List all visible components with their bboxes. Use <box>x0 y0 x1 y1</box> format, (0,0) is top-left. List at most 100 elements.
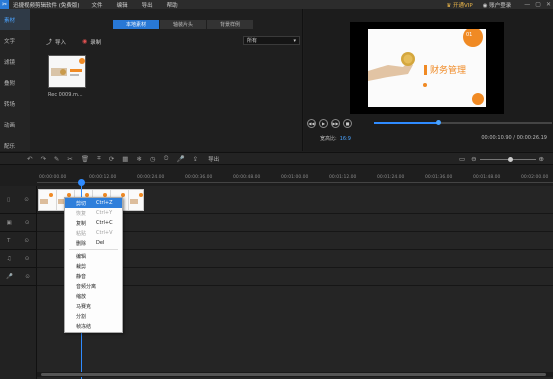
zoom-in-icon[interactable]: ⊕ <box>539 155 544 163</box>
ctx-shortcut: Ctrl+C <box>96 220 113 226</box>
next-frame-icon[interactable]: ▶▶ <box>331 118 340 128</box>
export-button[interactable]: 导出 <box>208 155 219 163</box>
nav-text[interactable]: 文字 <box>0 30 30 51</box>
ruler-tick: 00:00:48.00 <box>233 175 261 180</box>
menu-edit[interactable]: 编辑 <box>117 1 128 9</box>
aspect-value[interactable]: 16:9 <box>340 136 351 142</box>
nav-animation[interactable]: 动画 <box>0 114 30 135</box>
minimize-icon[interactable]: — <box>524 1 530 8</box>
fit-icon[interactable]: ▭ <box>459 155 465 163</box>
playback-progress[interactable] <box>374 120 552 125</box>
zoom-slider[interactable] <box>479 156 536 162</box>
video-track-head: ▯ ⊙ <box>0 186 36 214</box>
mosaic-icon[interactable]: ▦ <box>122 155 128 163</box>
overlay-track-head: ▣ ⊙ <box>0 214 36 232</box>
prev-frame-icon[interactable]: ◀◀ <box>307 118 316 128</box>
crop-icon[interactable]: ⌗ <box>97 154 101 163</box>
tab-background[interactable]: 背景样例 <box>207 20 253 29</box>
play-icon[interactable]: ▶ <box>319 118 328 128</box>
zoom-out-icon[interactable]: ⊖ <box>471 155 476 163</box>
mic-icon[interactable]: 🎤 <box>177 155 185 163</box>
tab-intro[interactable]: 轴装片头 <box>160 20 206 29</box>
vip-label: 开通VIP <box>453 2 473 9</box>
ctx-separator <box>69 249 118 250</box>
stop-icon[interactable]: ■ <box>343 118 352 128</box>
context-menu: 剪切 Ctrl+Z 恢复 Ctrl+Y 复制 Ctrl+C 粘贴 Ctrl+V 删除 De… <box>64 197 123 333</box>
nav-overlay[interactable]: 叠附 <box>0 72 30 93</box>
lock-icon[interactable]: ⊙ <box>24 197 29 203</box>
ctx-audio-split[interactable]: 音频分离 <box>65 281 122 291</box>
account-button[interactable]: ◉ 账户登录 <box>483 1 512 9</box>
zoom-area: ▭ ⊖ ⊕ <box>456 155 547 163</box>
close-icon[interactable]: ✕ <box>546 1 551 8</box>
export-icon[interactable]: ⇪ <box>193 155 198 163</box>
playhead-handle[interactable] <box>78 179 85 186</box>
scrollbar-thumb[interactable] <box>41 373 546 376</box>
import-button[interactable]: ⤴ 导入 <box>46 37 66 46</box>
ctx-mute[interactable]: 静音 <box>65 271 122 281</box>
undo-icon[interactable]: ↶ <box>27 155 32 163</box>
ruler-tick: 00:01:00.00 <box>281 175 309 180</box>
account-label: 账户登录 <box>489 2 512 9</box>
ctx-cut[interactable]: 剪切 Ctrl+Z <box>65 198 122 208</box>
cut-icon[interactable]: ✂ <box>67 155 72 163</box>
ctx-shortcut: Ctrl+Z <box>96 200 113 206</box>
thumbnail-label: Rec 0009.m... <box>48 92 83 98</box>
menu-bar: 文件 编辑 导出 帮助 <box>92 1 192 9</box>
timeline-toolbar: ↶ ↷ ✎ ✂ 🗑 ⌗ ⟳ ▦ ❄ ◷ ⏲ 🎤 ⇪ 导出 ▭ ⊖ ⊕ <box>0 152 553 165</box>
nav-transition[interactable]: 转场 <box>0 93 30 114</box>
timeline-scrollbar[interactable] <box>37 372 553 377</box>
ctx-split[interactable]: 分割 <box>65 311 122 321</box>
nav-filter[interactable]: 滤镜 <box>0 51 30 72</box>
ctx-edit[interactable]: 编辑 <box>65 251 122 261</box>
media-thumbnail[interactable] <box>48 55 86 88</box>
timeline-ruler[interactable]: 00:00:00.00 00:00:12.00 00:00:24.00 00:0… <box>37 175 553 183</box>
ctx-mosaic[interactable]: 马赛克 <box>65 301 122 311</box>
ctx-zoom[interactable]: 缩放 <box>65 291 122 301</box>
ruler-tick: 00:00:24.00 <box>137 175 165 180</box>
app-logo-icon: ✂ <box>0 0 9 9</box>
speed-icon[interactable]: ◷ <box>150 155 156 163</box>
ruler-tick: 00:01:36.00 <box>425 175 453 180</box>
ctx-restore: 恢复 Ctrl+Y <box>65 208 122 218</box>
nav-material[interactable]: 素材 <box>0 9 30 30</box>
ctx-label: 恢复 <box>76 210 87 217</box>
ctx-freeze-frame[interactable]: 帧冻结 <box>65 321 122 331</box>
clip-frame <box>39 190 57 210</box>
volume-icon[interactable]: ⊙ <box>25 256 30 262</box>
voice-track-head: 🎤 ⊙ <box>0 268 36 286</box>
delete-icon[interactable]: 🗑 <box>81 155 89 163</box>
ctx-copy[interactable]: 复制 Ctrl+C <box>65 218 122 228</box>
redo-icon[interactable]: ↷ <box>40 155 45 163</box>
menu-help[interactable]: 帮助 <box>167 1 178 9</box>
edit-icon[interactable]: ✎ <box>54 155 59 163</box>
duration-icon[interactable]: ⏲ <box>163 154 168 163</box>
rotate-icon[interactable]: ⟳ <box>109 155 114 163</box>
volume-icon[interactable]: ⊙ <box>25 274 30 280</box>
ctx-crop[interactable]: 裁剪 <box>65 261 122 271</box>
ctx-delete[interactable]: 删除 Del <box>65 238 122 248</box>
filter-select[interactable]: 所有 ▾ <box>243 36 300 45</box>
app-title: 迅捷视频剪辑软件 (免费版) <box>13 2 80 9</box>
progress-knob[interactable] <box>436 120 442 125</box>
preview-panel: 财务管理 01 ◀◀ ▶ ▶▶ ■ 宽高比: 16:9 00:00:10.90 /… <box>304 9 553 151</box>
playback-controls: ◀◀ ▶ ▶▶ ■ <box>304 117 553 129</box>
menu-export[interactable]: 导出 <box>142 1 153 9</box>
visibility-icon[interactable]: ⊙ <box>25 220 30 226</box>
thumbnail-image <box>49 56 85 87</box>
freeze-icon[interactable]: ❄ <box>136 155 141 163</box>
vip-button[interactable]: ♛ 开通VIP <box>446 1 472 9</box>
ctx-paste: 粘贴 Ctrl+V <box>65 228 122 238</box>
menu-file[interactable]: 文件 <box>92 1 103 9</box>
visibility-icon[interactable]: ⊙ <box>24 238 29 244</box>
slide-title: 财务管理 <box>430 66 467 76</box>
record-button[interactable]: ◉ 录制 <box>82 38 101 46</box>
ctx-shortcut: Ctrl+V <box>96 230 113 236</box>
import-icon: ⤴ <box>46 39 53 46</box>
zoom-knob[interactable] <box>507 156 513 162</box>
overlay-track-icon: ▣ <box>6 219 12 226</box>
ruler-tick: 00:00:00.00 <box>39 175 67 180</box>
maximize-icon[interactable]: ▢ <box>535 1 541 8</box>
tab-local-material[interactable]: 本地素材 <box>113 20 159 29</box>
ctx-label: 复制 <box>76 220 87 227</box>
